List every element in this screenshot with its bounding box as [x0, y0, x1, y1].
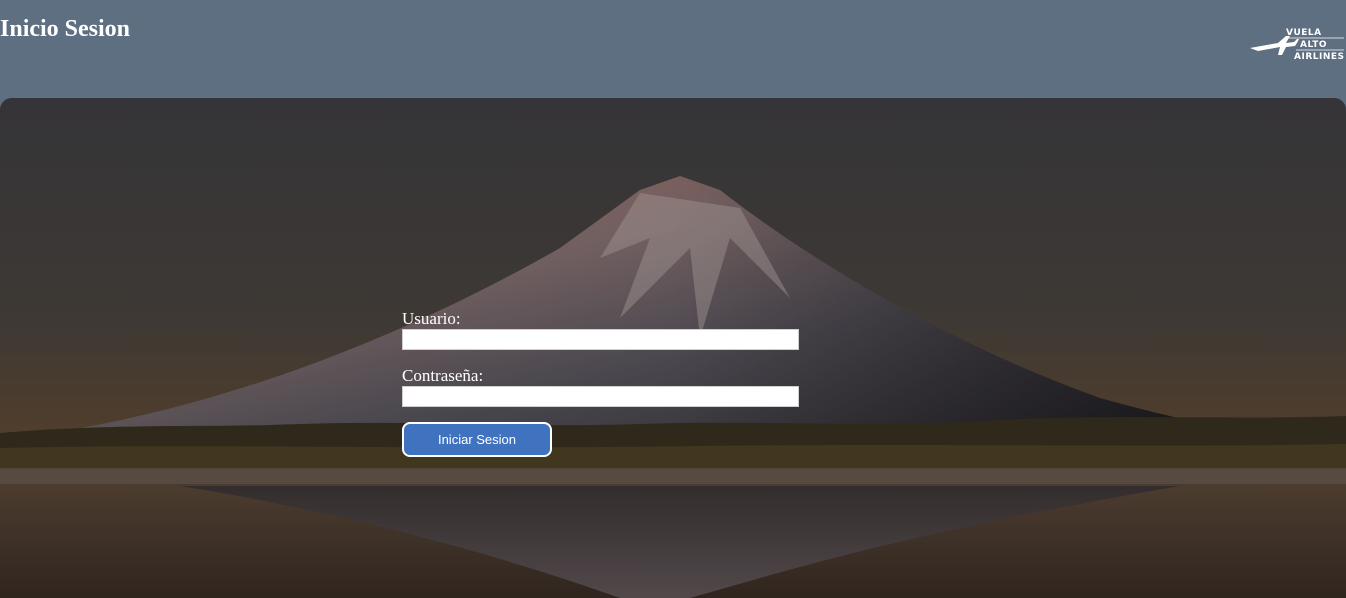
airplane-icon: [1250, 36, 1299, 55]
mountain-background: Usuario: Contraseña: Iniciar Sesion: [0, 98, 1346, 598]
password-input[interactable]: [402, 386, 799, 407]
login-form: Usuario: Contraseña: Iniciar Sesion: [402, 308, 799, 457]
logo-line-2: ALTO: [1300, 40, 1327, 50]
password-label: Contraseña:: [402, 366, 484, 385]
page-title: Inicio Sesion: [0, 16, 131, 42]
logo-line-1: VUELA: [1286, 28, 1322, 38]
username-input[interactable]: [402, 329, 799, 350]
logo-line-3: AIRLINES: [1294, 52, 1344, 62]
username-label: Usuario:: [402, 309, 461, 328]
airline-logo: VUELA ALTO AIRLINES: [1248, 26, 1344, 66]
header-bar: Inicio Sesion VUELA ALTO AIRLINES: [0, 0, 1346, 98]
login-button[interactable]: Iniciar Sesion: [402, 422, 552, 457]
